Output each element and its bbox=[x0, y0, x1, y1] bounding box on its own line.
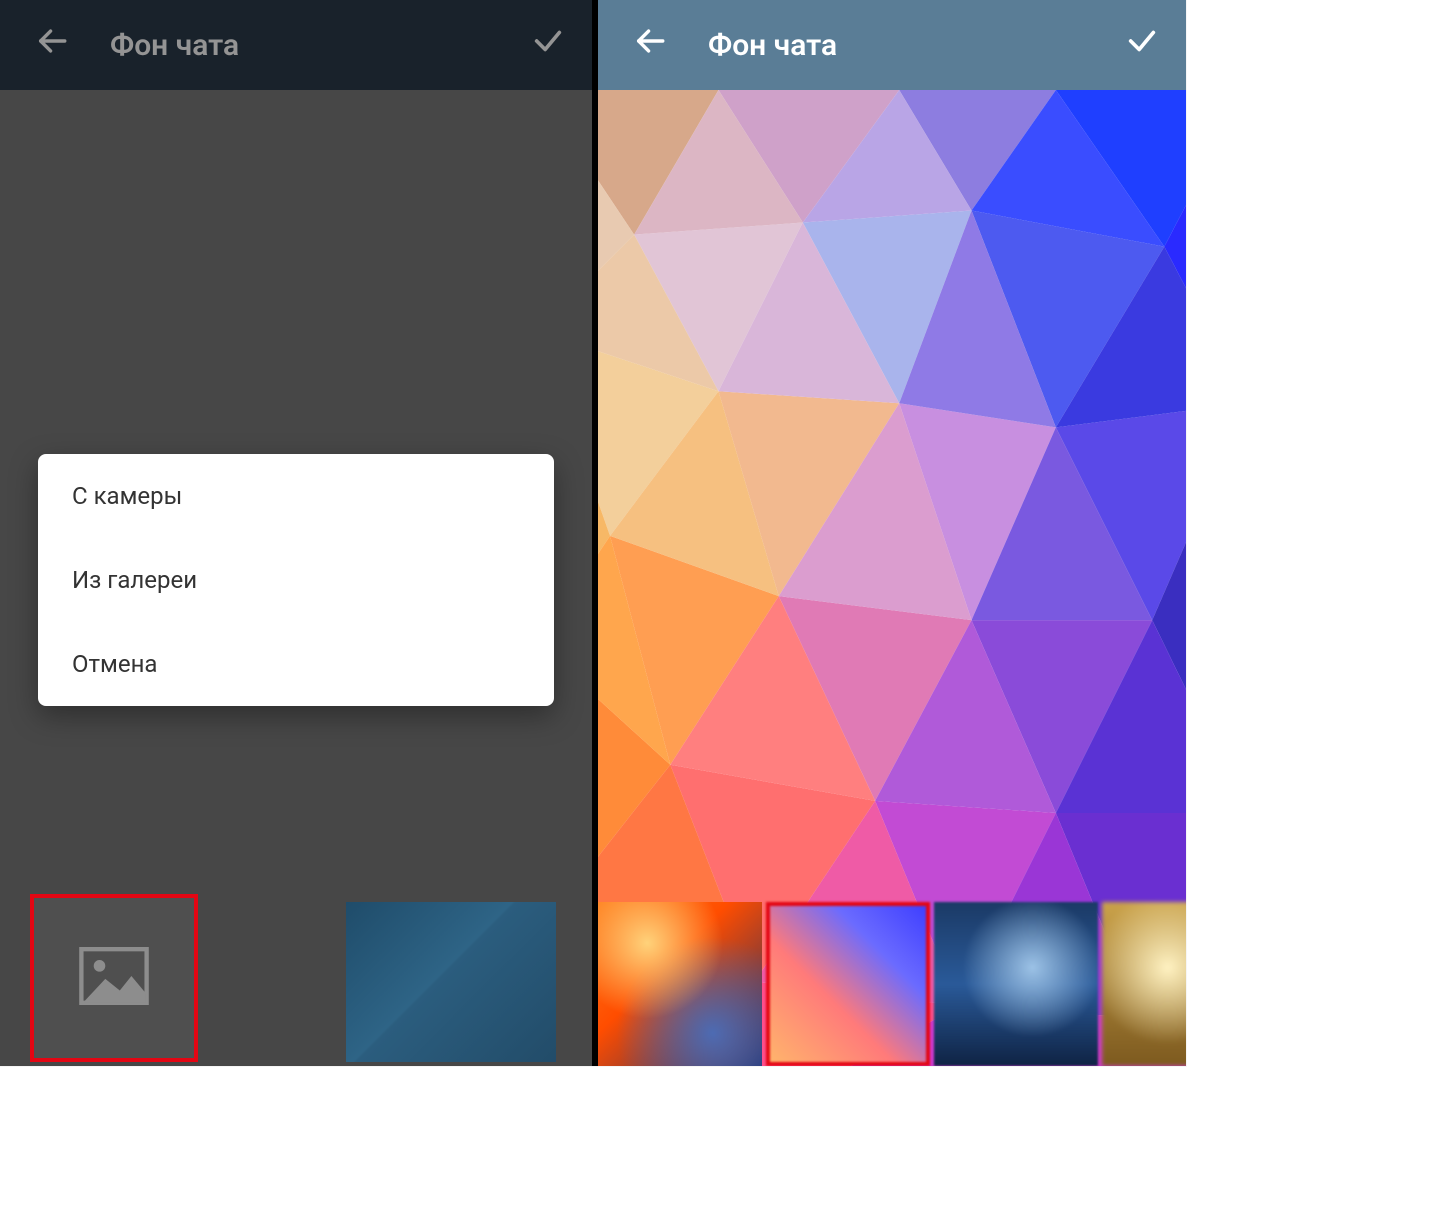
thumbnail-strip-right bbox=[598, 902, 1186, 1066]
back-button[interactable] bbox=[28, 21, 76, 69]
appbar-right: Фон чата bbox=[598, 0, 1186, 90]
confirm-button[interactable] bbox=[1118, 21, 1166, 69]
wallpaper-preview-right bbox=[598, 90, 1186, 1066]
phone-left: Фон чата bbox=[0, 0, 592, 1066]
page-title: Фон чата bbox=[708, 28, 1084, 63]
thumb-wallpaper-bokeh[interactable] bbox=[1102, 902, 1186, 1066]
image-placeholder-icon bbox=[79, 947, 149, 1009]
thumb-upload-image[interactable] bbox=[30, 894, 198, 1062]
wallpaper-preview-left: С камеры Из галереи Отмена bbox=[0, 90, 592, 1066]
page-title: Фон чата bbox=[110, 28, 490, 63]
back-button[interactable] bbox=[626, 21, 674, 69]
back-arrow-icon bbox=[633, 24, 667, 66]
dual-screenshot: Фон чата bbox=[0, 0, 1186, 1066]
confirm-button[interactable] bbox=[524, 21, 572, 69]
back-arrow-icon bbox=[35, 24, 69, 66]
check-icon bbox=[1125, 24, 1159, 66]
sheet-option-cancel[interactable]: Отмена bbox=[38, 622, 554, 706]
image-source-sheet: С камеры Из галереи Отмена bbox=[38, 454, 554, 706]
thumb-wallpaper-polygonal[interactable] bbox=[766, 902, 930, 1066]
check-icon bbox=[531, 24, 565, 66]
thumb-wallpaper-fire[interactable] bbox=[598, 902, 762, 1066]
phone-right: Фон чата bbox=[592, 0, 1186, 1066]
appbar-left: Фон чата bbox=[0, 0, 592, 90]
thumb-wallpaper-sky[interactable] bbox=[934, 902, 1098, 1066]
thumb-wallpaper-blue[interactable] bbox=[346, 902, 556, 1062]
sheet-option-camera[interactable]: С камеры bbox=[38, 454, 554, 538]
sheet-option-gallery[interactable]: Из галереи bbox=[38, 538, 554, 622]
thumbnail-strip-left bbox=[0, 894, 592, 1066]
